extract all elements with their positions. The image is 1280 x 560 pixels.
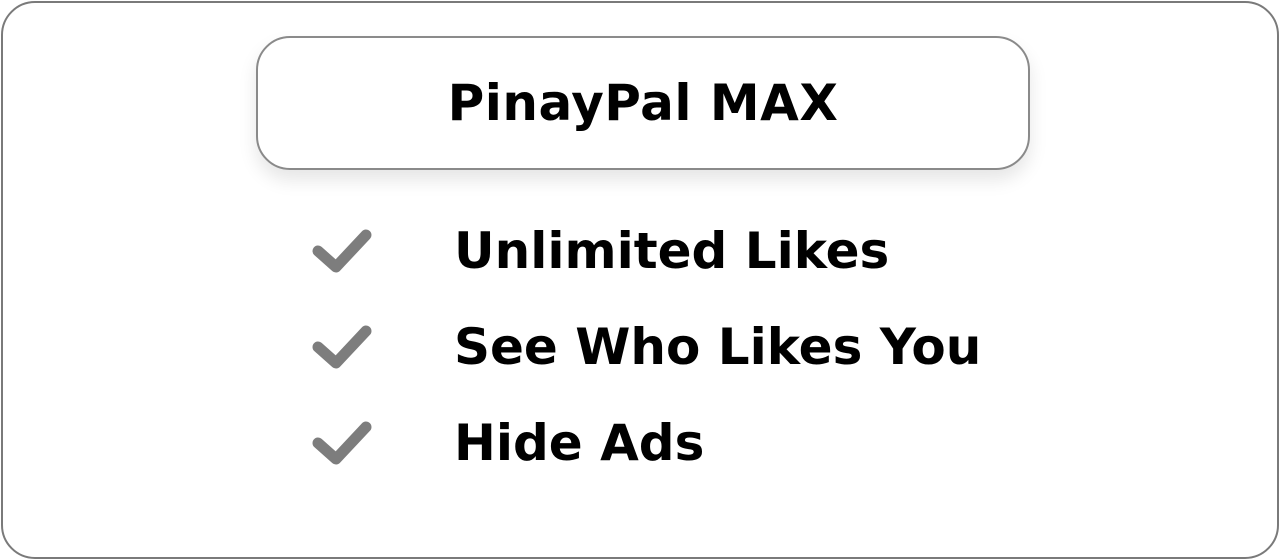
feature-label: Unlimited Likes	[454, 222, 890, 280]
feature-list: Unlimited Likes See Who Likes You Hide A…	[0, 0, 1280, 560]
check-icon	[312, 229, 372, 273]
check-icon	[312, 421, 372, 465]
feature-label: See Who Likes You	[454, 318, 982, 376]
feature-item: See Who Likes You	[310, 312, 1010, 382]
feature-item: Unlimited Likes	[310, 216, 1010, 286]
feature-label: Hide Ads	[454, 414, 705, 472]
check-icon	[312, 325, 372, 369]
feature-item: Hide Ads	[310, 408, 1010, 478]
